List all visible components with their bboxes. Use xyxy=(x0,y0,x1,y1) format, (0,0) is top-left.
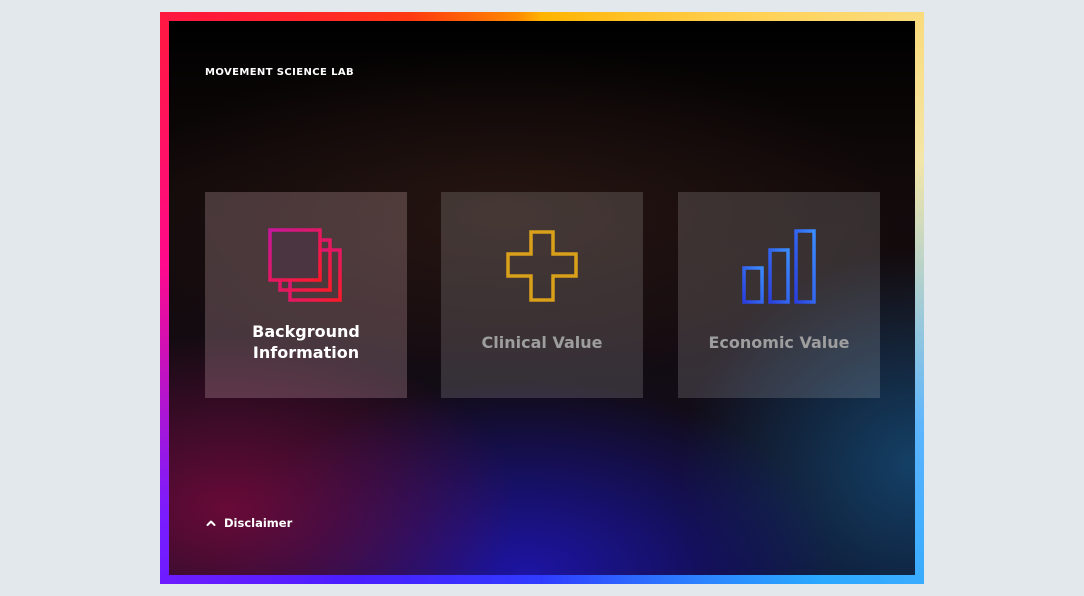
stacked-squares-icon xyxy=(266,228,346,306)
main-panel: MOVEMENT SCIENCE LAB Background Informat xyxy=(169,21,915,575)
card-clinical-value[interactable]: Clinical Value xyxy=(441,192,643,398)
gradient-frame: MOVEMENT SCIENCE LAB Background Informat xyxy=(160,12,924,584)
brand-title: MOVEMENT SCIENCE LAB xyxy=(205,67,355,78)
card-economic-value[interactable]: Economic Value xyxy=(678,192,880,398)
card-label: Clinical Value xyxy=(481,333,603,352)
disclaimer-toggle[interactable]: Disclaimer xyxy=(205,516,292,530)
plus-cross-icon xyxy=(502,228,582,306)
card-background-information[interactable]: Background Information xyxy=(205,192,407,398)
card-label: Economic Value xyxy=(708,333,850,352)
disclaimer-label: Disclaimer xyxy=(224,516,293,530)
card-label: Background Information xyxy=(252,322,360,362)
bar-chart-icon xyxy=(739,228,819,306)
chevron-up-icon xyxy=(205,517,217,529)
